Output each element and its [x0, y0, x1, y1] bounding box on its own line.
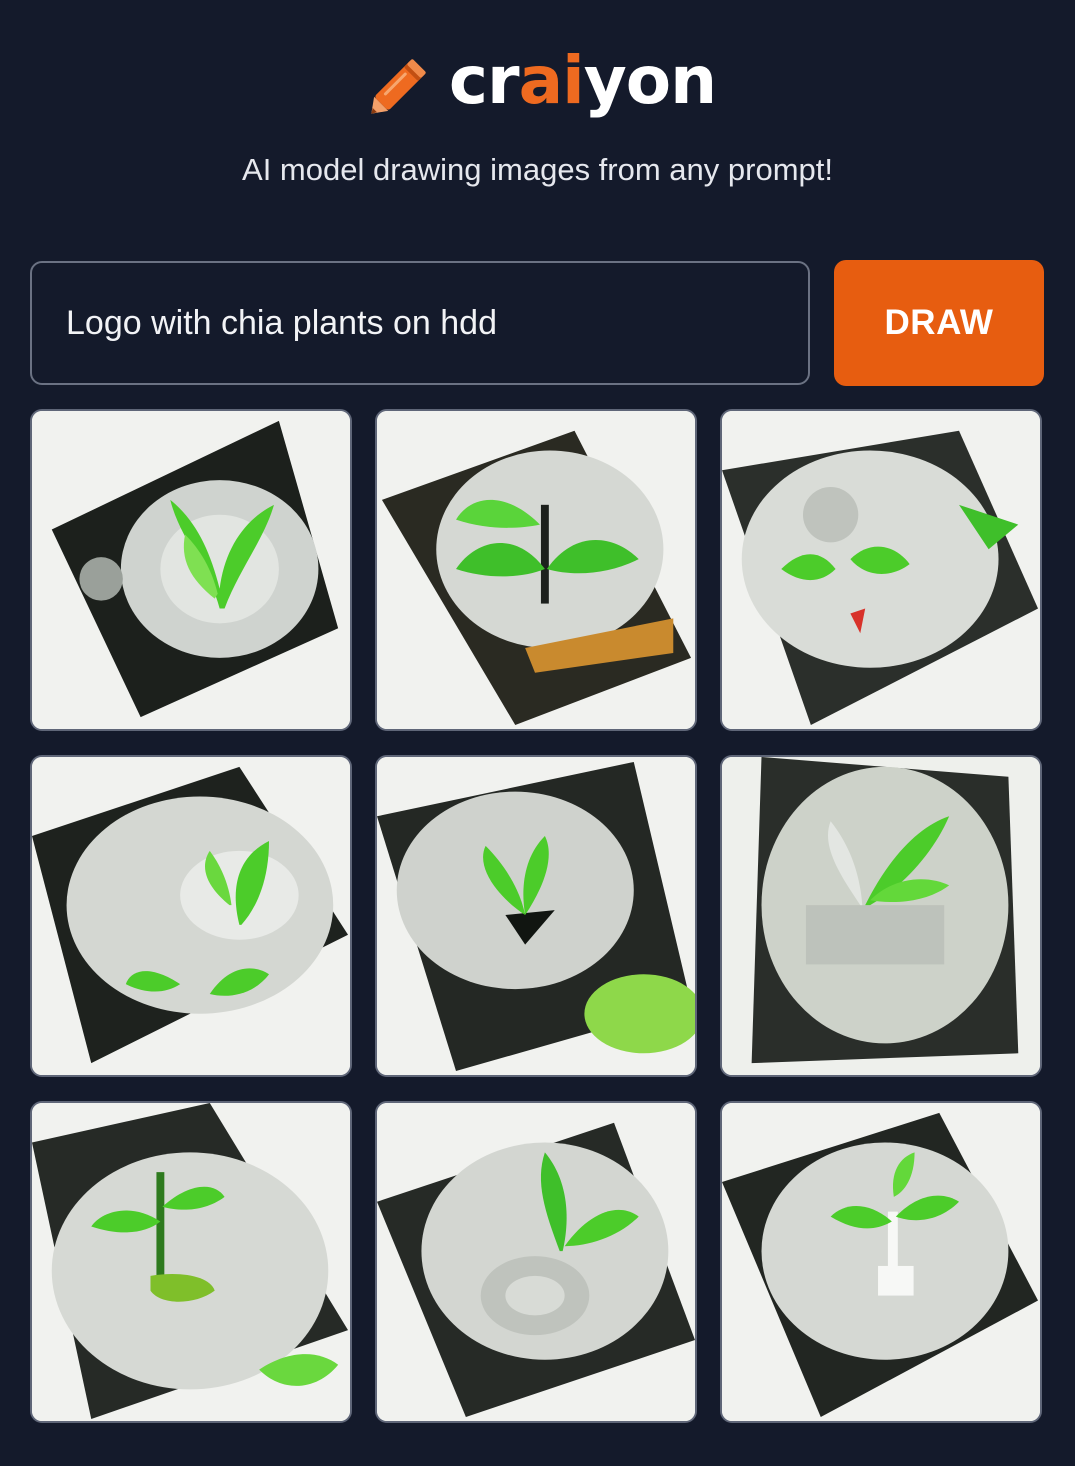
result-image-9[interactable] — [720, 1101, 1042, 1423]
result-image-1[interactable] — [30, 409, 352, 731]
result-image-3[interactable] — [720, 409, 1042, 731]
hdd-plant-image — [32, 757, 350, 1075]
craiyon-page: craiyon AI model drawing images from any… — [0, 0, 1075, 1466]
hdd-plant-image — [722, 411, 1040, 729]
brand-suffix: yon — [583, 42, 717, 119]
hdd-plant-image — [722, 1103, 1040, 1421]
result-image-2[interactable] — [375, 409, 697, 731]
logo[interactable]: craiyon — [0, 36, 1075, 126]
hdd-plant-image — [722, 757, 1040, 1075]
pencil-icon — [371, 59, 426, 114]
hdd-plant-image — [377, 411, 695, 729]
prompt-field[interactable] — [30, 261, 810, 385]
prompt-input[interactable] — [66, 303, 808, 343]
result-image-4[interactable] — [30, 755, 352, 1077]
logo-inner: craiyon — [359, 36, 717, 126]
brand-accent: ai — [518, 42, 585, 119]
brand-prefix: cr — [448, 42, 520, 119]
result-image-5[interactable] — [375, 755, 697, 1077]
result-image-6[interactable] — [720, 755, 1042, 1077]
hdd-plant-image — [377, 757, 695, 1075]
draw-button[interactable]: DRAW — [834, 260, 1044, 386]
results-grid — [30, 409, 1042, 1423]
hdd-plant-image — [32, 1103, 350, 1421]
result-image-7[interactable] — [30, 1101, 352, 1423]
tagline: AI model drawing images from any prompt! — [242, 152, 833, 187]
hdd-plant-image — [32, 411, 350, 729]
hdd-plant-image — [377, 1103, 695, 1421]
brand-wordmark: craiyon — [449, 48, 717, 114]
result-image-8[interactable] — [375, 1101, 697, 1423]
